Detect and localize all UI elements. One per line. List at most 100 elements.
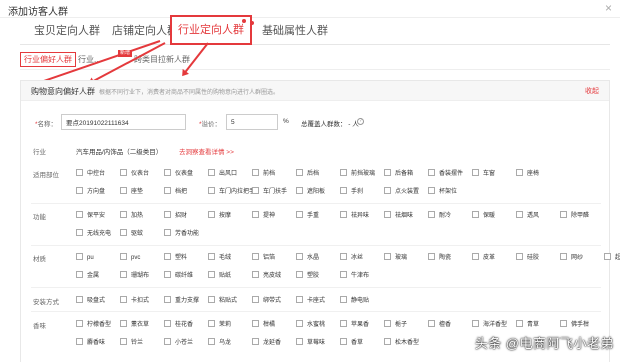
checkbox-icon[interactable]	[76, 211, 83, 218]
option-checkbox[interactable]: 水晶	[296, 253, 319, 263]
option-checkbox[interactable]: 仪表台	[120, 169, 149, 179]
checkbox-icon[interactable]	[340, 169, 347, 176]
collapse-link[interactable]: 收起	[585, 86, 599, 96]
option-checkbox[interactable]: 卡座式	[296, 296, 325, 306]
option-checkbox[interactable]: 苹果香	[340, 320, 369, 330]
checkbox-icon[interactable]	[252, 320, 259, 327]
option-checkbox[interactable]: 皮革	[472, 253, 495, 263]
option-checkbox[interactable]: 佛手柑	[560, 320, 589, 330]
name-input[interactable]	[61, 114, 186, 130]
checkbox-icon[interactable]	[472, 169, 479, 176]
option-checkbox[interactable]: 陶瓷	[428, 253, 451, 263]
option-checkbox[interactable]: 保暖	[472, 211, 495, 221]
option-checkbox[interactable]: 玻璃	[384, 253, 407, 263]
option-checkbox[interactable]: 毛绒	[208, 253, 231, 263]
option-checkbox[interactable]: 出风口	[208, 169, 237, 179]
checkbox-icon[interactable]	[120, 296, 127, 303]
option-checkbox[interactable]: 塑料	[164, 253, 187, 263]
checkbox-icon[interactable]	[120, 187, 127, 194]
checkbox-icon[interactable]	[252, 271, 259, 278]
option-checkbox[interactable]: 档把	[164, 187, 187, 197]
option-checkbox[interactable]: 重力支撑	[164, 296, 199, 306]
checkbox-icon[interactable]	[340, 271, 347, 278]
checkbox-icon[interactable]	[164, 211, 171, 218]
option-checkbox[interactable]: 麝香味	[76, 338, 105, 348]
checkbox-icon[interactable]	[208, 296, 215, 303]
option-checkbox[interactable]: 祛烟味	[384, 211, 413, 221]
checkbox-icon[interactable]	[120, 229, 127, 236]
checkbox-icon[interactable]	[76, 320, 83, 327]
checkbox-icon[interactable]	[164, 169, 171, 176]
checkbox-icon[interactable]	[252, 211, 259, 218]
option-checkbox[interactable]: 手重	[296, 211, 319, 221]
option-checkbox[interactable]: 柑橘	[252, 320, 275, 330]
checkbox-icon[interactable]	[208, 211, 215, 218]
checkbox-icon[interactable]	[384, 187, 391, 194]
checkbox-icon[interactable]	[76, 169, 83, 176]
checkbox-icon[interactable]	[428, 187, 435, 194]
checkbox-icon[interactable]	[472, 253, 479, 260]
option-checkbox[interactable]: 水蜜桃	[296, 320, 325, 330]
checkbox-icon[interactable]	[208, 187, 215, 194]
option-checkbox[interactable]: 牛津布	[340, 271, 369, 281]
option-checkbox[interactable]: 点火装置	[384, 187, 419, 197]
option-checkbox[interactable]: 保平安	[76, 211, 105, 221]
option-checkbox[interactable]: pvc	[120, 253, 140, 263]
checkbox-icon[interactable]	[252, 296, 259, 303]
checkbox-icon[interactable]	[76, 271, 83, 278]
option-checkbox[interactable]: 珊瑚布	[120, 271, 149, 281]
option-checkbox[interactable]: 耐冷	[428, 211, 451, 221]
checkbox-icon[interactable]	[164, 271, 171, 278]
checkbox-icon[interactable]	[472, 320, 479, 327]
checkbox-icon[interactable]	[516, 211, 523, 218]
checkbox-icon[interactable]	[208, 320, 215, 327]
checkbox-icon[interactable]	[296, 187, 303, 194]
checkbox-icon[interactable]	[164, 187, 171, 194]
option-checkbox[interactable]: 青草	[516, 320, 539, 330]
checkbox-icon[interactable]	[340, 338, 347, 345]
option-checkbox[interactable]: 招财	[164, 211, 187, 221]
option-checkbox[interactable]: 海洋香型	[472, 320, 507, 330]
option-checkbox[interactable]: 后档	[296, 169, 319, 179]
help-icon[interactable]: ?	[357, 118, 364, 125]
option-checkbox[interactable]: 除甲醛	[560, 211, 589, 221]
checkbox-icon[interactable]	[120, 211, 127, 218]
option-checkbox[interactable]: 透风	[516, 211, 539, 221]
checkbox-icon[interactable]	[76, 229, 83, 236]
checkbox-icon[interactable]	[296, 253, 303, 260]
option-checkbox[interactable]: 硅胶	[516, 253, 539, 263]
checkbox-icon[interactable]	[384, 338, 391, 345]
option-checkbox[interactable]: 提神	[252, 211, 275, 221]
checkbox-icon[interactable]	[604, 253, 611, 260]
checkbox-icon[interactable]	[252, 253, 259, 260]
checkbox-icon[interactable]	[428, 169, 435, 176]
option-checkbox[interactable]: 前挡玻璃	[340, 169, 375, 179]
option-checkbox[interactable]: 香草	[340, 338, 363, 348]
checkbox-icon[interactable]	[120, 271, 127, 278]
subtab-industry-preference[interactable]: 行业偏好人群	[20, 52, 76, 67]
option-checkbox[interactable]: 亮皮绒	[252, 271, 281, 281]
option-checkbox[interactable]: 金属	[76, 271, 99, 281]
option-checkbox[interactable]: 贴纸	[208, 271, 231, 281]
option-checkbox[interactable]: 草莓味	[296, 338, 325, 348]
checkbox-icon[interactable]	[516, 320, 523, 327]
checkbox-icon[interactable]	[208, 338, 215, 345]
checkbox-icon[interactable]	[252, 169, 259, 176]
option-checkbox[interactable]: 碳纤维	[164, 271, 193, 281]
checkbox-icon[interactable]	[120, 338, 127, 345]
option-checkbox[interactable]: 吸盘式	[76, 296, 105, 306]
checkbox-icon[interactable]	[340, 187, 347, 194]
option-checkbox[interactable]: 杯架位	[428, 187, 457, 197]
option-checkbox[interactable]: 铝箔	[252, 253, 275, 263]
option-checkbox[interactable]: 手刹	[340, 187, 363, 197]
option-checkbox[interactable]: 栀子	[384, 320, 407, 330]
option-checkbox[interactable]: 车窗	[472, 169, 495, 179]
option-checkbox[interactable]: 按摩	[208, 211, 231, 221]
checkbox-icon[interactable]	[428, 253, 435, 260]
option-checkbox[interactable]: 座垫	[120, 187, 143, 197]
checkbox-icon[interactable]	[560, 320, 567, 327]
checkbox-icon[interactable]	[252, 338, 259, 345]
checkbox-icon[interactable]	[296, 211, 303, 218]
tab-item-audience[interactable]: 宝贝定向人群	[28, 20, 106, 44]
checkbox-icon[interactable]	[120, 169, 127, 176]
